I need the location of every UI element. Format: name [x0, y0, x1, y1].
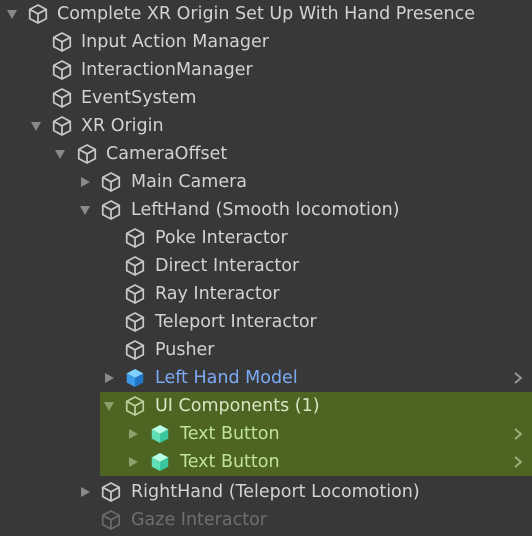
gameobject-icon — [100, 199, 122, 221]
hierarchy-item-label: Direct Interactor — [155, 256, 300, 276]
hierarchy-item-label: UI Components (1) — [155, 396, 320, 416]
hierarchy-item-input-action-manager[interactable]: Input Action Manager — [0, 28, 532, 56]
hierarchy-item-label: Pusher — [155, 340, 215, 360]
expand-arrow[interactable] — [126, 420, 140, 448]
hierarchy-item-label: Text Button — [180, 452, 280, 472]
gameobject-icon — [51, 31, 73, 53]
expand-arrow[interactable] — [29, 112, 43, 140]
gameobject-icon — [51, 59, 73, 81]
hierarchy-item-interaction-manager[interactable]: InteractionManager — [0, 56, 532, 84]
gameobject-icon — [124, 395, 146, 417]
hierarchy-item-label: Input Action Manager — [81, 32, 269, 52]
hierarchy-item-text-button[interactable]: Text Button — [100, 420, 532, 448]
hierarchy-item-label: CameraOffset — [106, 144, 228, 164]
expand-arrow[interactable] — [78, 168, 92, 196]
hierarchy-item-label: LeftHand (Smooth locomotion) — [131, 200, 400, 220]
hierarchy-item-direct-interactor[interactable]: Direct Interactor — [0, 252, 532, 280]
hierarchy-item-main-camera[interactable]: Main Camera — [0, 168, 532, 196]
hierarchy-item-complete-xr-origin[interactable]: Complete XR Origin Set Up With Hand Pres… — [0, 0, 532, 28]
hierarchy-item-ui-components[interactable]: UI Components (1) — [100, 392, 532, 420]
hierarchy-item-right-hand[interactable]: RightHand (Teleport Locomotion) — [0, 478, 532, 506]
prefab-icon — [149, 451, 171, 473]
gameobject-icon — [124, 283, 146, 305]
hierarchy-item-label: Main Camera — [131, 172, 248, 192]
expand-arrow[interactable] — [53, 140, 67, 168]
hierarchy-item-text-button[interactable]: Text Button — [100, 448, 532, 476]
prefab-icon — [124, 367, 146, 389]
chevron-right-icon[interactable] — [512, 364, 524, 392]
hierarchy-item-label: EventSystem — [81, 88, 197, 108]
hierarchy-item-xr-origin[interactable]: XR Origin — [0, 112, 532, 140]
gameobject-icon — [124, 255, 146, 277]
hierarchy-item-teleport-interactor[interactable]: Teleport Interactor — [0, 308, 532, 336]
expand-arrow[interactable] — [78, 478, 92, 506]
hierarchy-item-camera-offset[interactable]: CameraOffset — [0, 140, 532, 168]
hierarchy-item-poke-interactor[interactable]: Poke Interactor — [0, 224, 532, 252]
hierarchy-item-gaze-interactor[interactable]: Gaze Interactor — [0, 506, 532, 534]
hierarchy-item-label: Teleport Interactor — [155, 312, 317, 332]
hierarchy-item-left-hand[interactable]: LeftHand (Smooth locomotion) — [0, 196, 532, 224]
gameobject-icon — [51, 87, 73, 109]
expand-arrow[interactable] — [126, 448, 140, 476]
hierarchy-item-event-system[interactable]: EventSystem — [0, 84, 532, 112]
expand-arrow[interactable] — [102, 364, 116, 392]
hierarchy-item-label: Gaze Interactor — [131, 510, 267, 530]
gameobject-icon — [51, 115, 73, 137]
chevron-right-icon[interactable] — [512, 448, 524, 476]
hierarchy-panel: Complete XR Origin Set Up With Hand Pres… — [0, 0, 532, 536]
hierarchy-item-label: InteractionManager — [81, 60, 253, 80]
expand-arrow[interactable] — [78, 196, 92, 224]
expand-arrow[interactable] — [102, 392, 116, 420]
hierarchy-item-left-hand-model[interactable]: Left Hand Model — [0, 364, 532, 392]
chevron-right-icon[interactable] — [512, 420, 524, 448]
gameobject-icon — [124, 227, 146, 249]
gameobject-icon — [100, 171, 122, 193]
hierarchy-item-label: Complete XR Origin Set Up With Hand Pres… — [57, 4, 475, 24]
hierarchy-item-label: Ray Interactor — [155, 284, 280, 304]
expand-arrow[interactable] — [5, 0, 19, 28]
gameobject-icon — [100, 481, 122, 503]
gameobject-icon — [124, 339, 146, 361]
gameobject-icon — [124, 311, 146, 333]
hierarchy-item-pusher[interactable]: Pusher — [0, 336, 532, 364]
gameobject-icon — [27, 3, 49, 25]
gameobject-icon — [76, 143, 98, 165]
hierarchy-item-label: RightHand (Teleport Locomotion) — [131, 482, 420, 502]
prefab-icon — [149, 423, 171, 445]
gameobject-icon — [100, 509, 122, 531]
hierarchy-item-ray-interactor[interactable]: Ray Interactor — [0, 280, 532, 308]
hierarchy-item-label: Text Button — [180, 424, 280, 444]
hierarchy-item-label: Left Hand Model — [155, 368, 298, 388]
hierarchy-item-label: XR Origin — [81, 116, 164, 136]
hierarchy-item-label: Poke Interactor — [155, 228, 288, 248]
